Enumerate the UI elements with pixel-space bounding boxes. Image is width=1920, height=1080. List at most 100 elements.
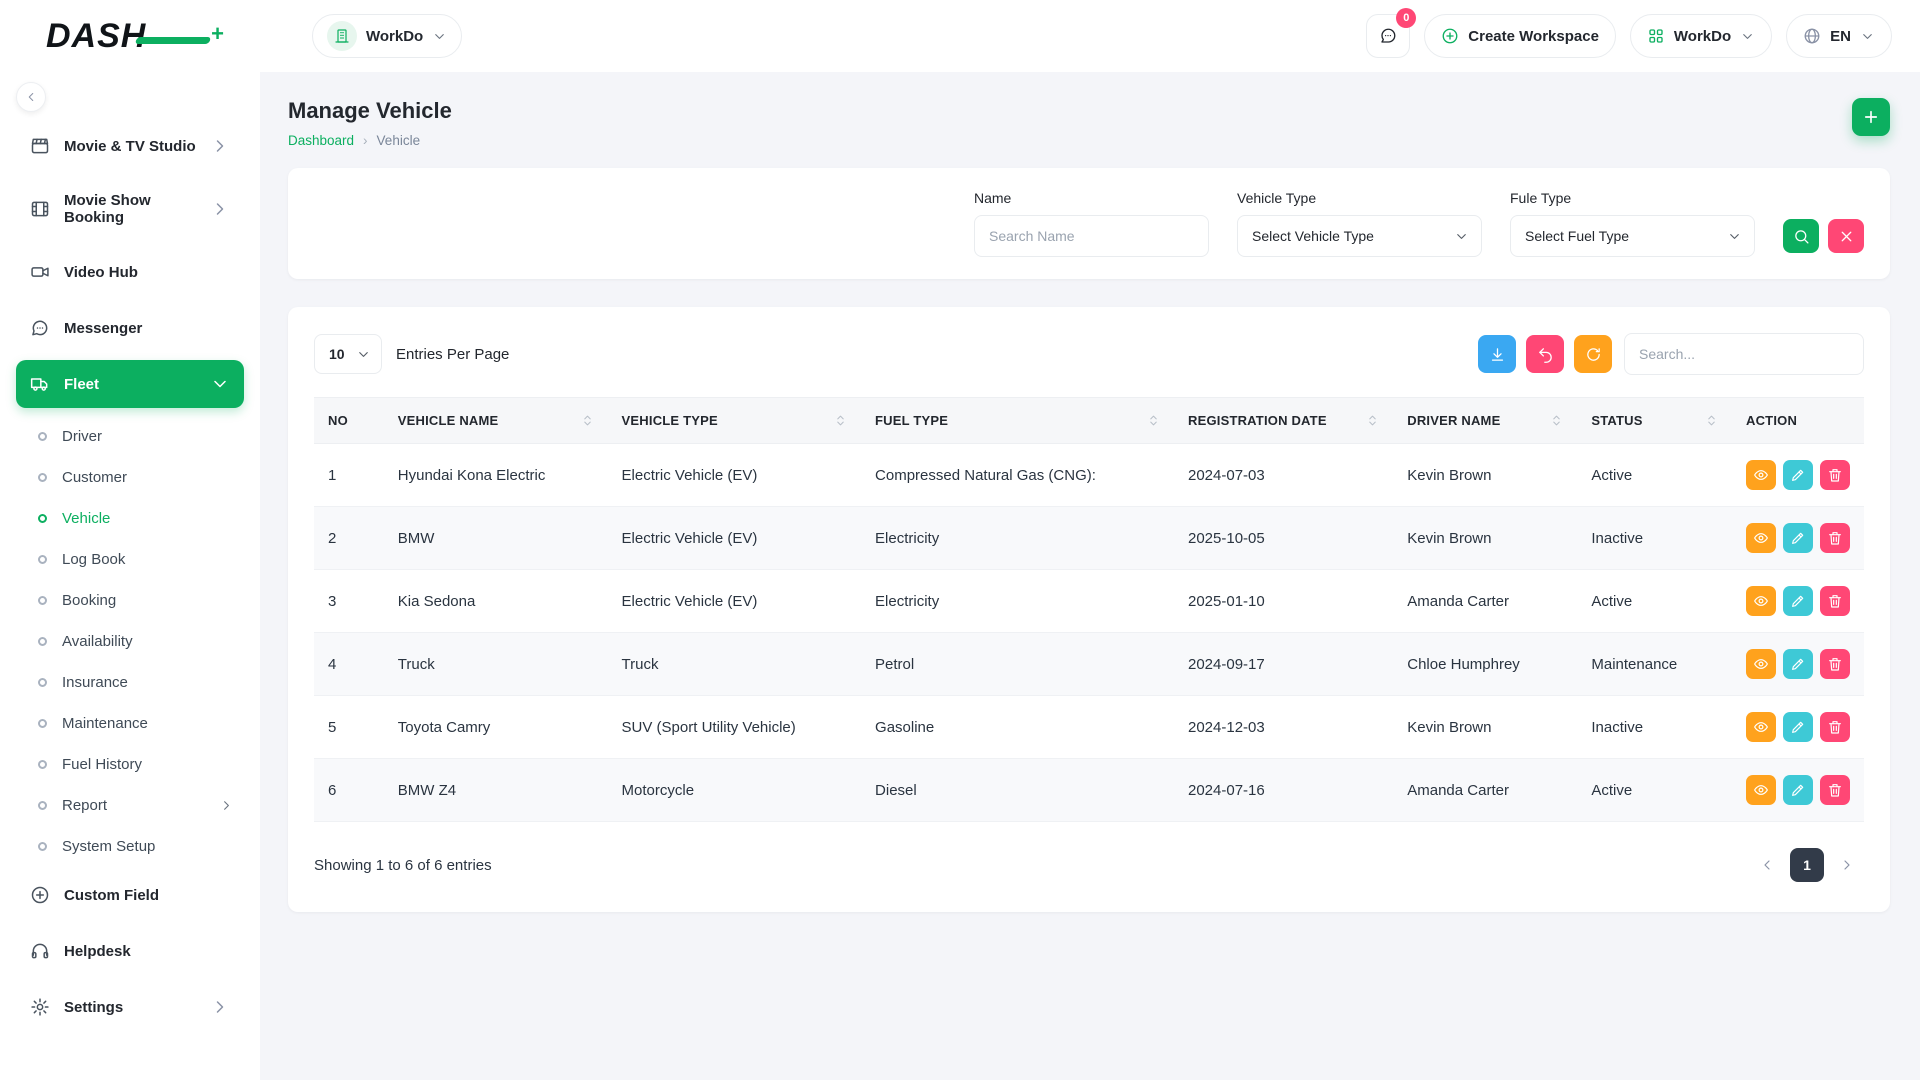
- messages-button[interactable]: 0: [1366, 14, 1410, 58]
- language-selector[interactable]: EN: [1786, 14, 1892, 58]
- view-button[interactable]: [1746, 649, 1776, 679]
- breadcrumb-link-dashboard[interactable]: Dashboard: [288, 133, 354, 148]
- sidebar-collapse-button[interactable]: [16, 82, 46, 112]
- sidebar-item-booking[interactable]: Booking: [28, 580, 244, 621]
- fuel-type-select[interactable]: Select Fuel Type: [1510, 215, 1755, 257]
- edit-button[interactable]: [1783, 460, 1813, 490]
- trash-icon: [1827, 530, 1843, 546]
- bullet-icon: [38, 432, 47, 441]
- workspace-menu-button[interactable]: WorkDo: [1630, 14, 1772, 58]
- chevron-right-icon: [219, 798, 234, 813]
- entries-per-page-select[interactable]: 10: [314, 334, 382, 374]
- next-page-button[interactable]: [1830, 848, 1864, 882]
- entries-per-page-value: 10: [329, 346, 345, 362]
- bullet-icon: [38, 801, 47, 810]
- delete-button[interactable]: [1820, 712, 1850, 742]
- sidebar-item-vehicle[interactable]: Vehicle: [28, 498, 244, 539]
- sort-icon[interactable]: [1550, 414, 1563, 427]
- sort-icon[interactable]: [1705, 414, 1718, 427]
- undo-button[interactable]: [1526, 335, 1564, 373]
- edit-button[interactable]: [1783, 586, 1813, 616]
- column-header[interactable]: VEHICLE NAME: [384, 398, 608, 444]
- sort-icon[interactable]: [1147, 414, 1160, 427]
- sidebar-item-custom-field[interactable]: Custom Field: [16, 871, 244, 919]
- column-header[interactable]: DRIVER NAME: [1393, 398, 1577, 444]
- app-logo[interactable]: DASH +: [46, 17, 196, 56]
- export-button[interactable]: [1478, 335, 1516, 373]
- sidebar-subitem-label: Booking: [62, 592, 116, 609]
- registration-date-cell: 2024-12-03: [1188, 719, 1265, 736]
- bullet-icon: [38, 637, 47, 646]
- sidebar: Movie & TV Studio Movie Show Booking Vid…: [0, 72, 260, 1080]
- column-header[interactable]: VEHICLE TYPE: [608, 398, 861, 444]
- sidebar-item-helpdesk[interactable]: Helpdesk: [16, 927, 244, 975]
- eye-icon: [1753, 782, 1769, 798]
- sidebar-item-movie-show-booking[interactable]: Movie Show Booking: [16, 178, 244, 240]
- sidebar-item-settings[interactable]: Settings: [16, 983, 244, 1031]
- filter-card: Name Vehicle Type Select Vehicle Type Fu…: [288, 168, 1890, 279]
- previous-page-button[interactable]: [1750, 848, 1784, 882]
- sort-icon[interactable]: [834, 414, 847, 427]
- bullet-icon: [38, 719, 47, 728]
- registration-date-cell: 2024-09-17: [1188, 656, 1265, 673]
- sidebar-item-maintenance[interactable]: Maintenance: [28, 703, 244, 744]
- refresh-button[interactable]: [1574, 335, 1612, 373]
- edit-button[interactable]: [1783, 523, 1813, 553]
- sidebar-item-movie-tv-studio[interactable]: Movie & TV Studio: [16, 122, 244, 170]
- column-header[interactable]: ACTION: [1732, 398, 1864, 444]
- chevron-down-icon: [1727, 229, 1742, 244]
- sidebar-item-fuel-history[interactable]: Fuel History: [28, 744, 244, 785]
- delete-button[interactable]: [1820, 586, 1850, 616]
- column-header[interactable]: FUEL TYPE: [861, 398, 1174, 444]
- sidebar-item-report[interactable]: Report: [28, 785, 244, 826]
- sort-icon[interactable]: [581, 414, 594, 427]
- sidebar-item-system-setup[interactable]: System Setup: [28, 826, 244, 867]
- sidebar-item-availability[interactable]: Availability: [28, 621, 244, 662]
- bullet-icon: [38, 555, 47, 564]
- sidebar-item-customer[interactable]: Customer: [28, 457, 244, 498]
- trash-icon: [1827, 782, 1843, 798]
- edit-button[interactable]: [1783, 712, 1813, 742]
- plus-circle-icon: [1441, 27, 1459, 45]
- page-title: Manage Vehicle: [288, 98, 452, 124]
- workspace-switcher[interactable]: WorkDo: [312, 14, 462, 58]
- table-search-input[interactable]: [1624, 333, 1864, 375]
- add-vehicle-button[interactable]: [1852, 98, 1890, 136]
- edit-button[interactable]: [1783, 775, 1813, 805]
- create-workspace-button[interactable]: Create Workspace: [1424, 14, 1616, 58]
- delete-button[interactable]: [1820, 649, 1850, 679]
- view-button[interactable]: [1746, 523, 1776, 553]
- view-button[interactable]: [1746, 775, 1776, 805]
- sidebar-item-fleet[interactable]: Fleet: [16, 360, 244, 408]
- name-filter-input[interactable]: [974, 215, 1209, 257]
- sidebar-item-video-hub[interactable]: Video Hub: [16, 248, 244, 296]
- row-number: 1: [328, 467, 336, 484]
- registration-date-cell: 2025-10-05: [1188, 530, 1265, 547]
- reset-filters-button[interactable]: [1828, 219, 1864, 253]
- view-button[interactable]: [1746, 586, 1776, 616]
- column-header[interactable]: NO: [314, 398, 384, 444]
- driver-name-cell: Kevin Brown: [1407, 719, 1491, 736]
- sidebar-item-insurance[interactable]: Insurance: [28, 662, 244, 703]
- apply-filters-button[interactable]: [1783, 219, 1819, 253]
- chevron-right-icon: [210, 199, 230, 219]
- page-1-button[interactable]: 1: [1790, 848, 1824, 882]
- sidebar-item-log-book[interactable]: Log Book: [28, 539, 244, 580]
- breadcrumb: Dashboard › Vehicle: [288, 133, 452, 148]
- delete-button[interactable]: [1820, 775, 1850, 805]
- view-button[interactable]: [1746, 460, 1776, 490]
- column-header[interactable]: REGISTRATION DATE: [1174, 398, 1393, 444]
- sort-icon[interactable]: [1366, 414, 1379, 427]
- view-button[interactable]: [1746, 712, 1776, 742]
- edit-button[interactable]: [1783, 649, 1813, 679]
- vehicle-type-select[interactable]: Select Vehicle Type: [1237, 215, 1482, 257]
- column-header[interactable]: STATUS: [1577, 398, 1732, 444]
- delete-button[interactable]: [1820, 460, 1850, 490]
- delete-button[interactable]: [1820, 523, 1850, 553]
- fuel-type-cell: Gasoline: [875, 719, 934, 736]
- plus-icon: [1862, 108, 1880, 126]
- status-text: Inactive: [1591, 719, 1643, 736]
- sidebar-item-driver[interactable]: Driver: [28, 416, 244, 457]
- sidebar-item-messenger[interactable]: Messenger: [16, 304, 244, 352]
- name-filter-label: Name: [974, 190, 1209, 206]
